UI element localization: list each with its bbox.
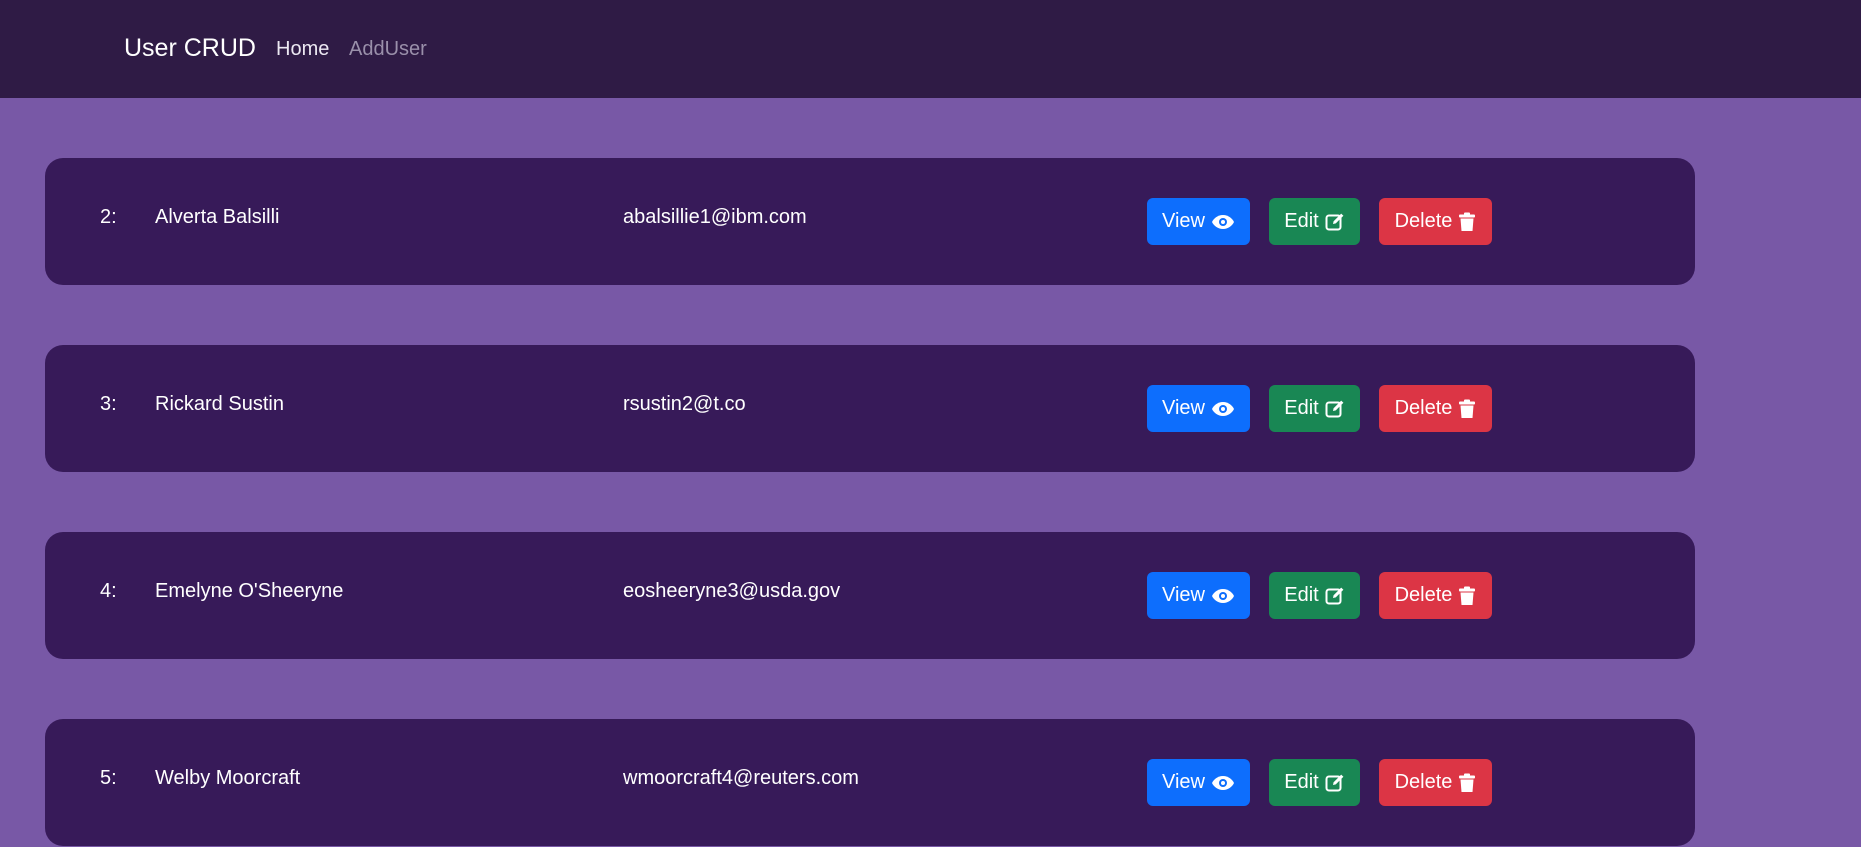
user-card: 4: Emelyne O'Sheeryne eosheeryne3@usda.g… (45, 532, 1695, 659)
trash-icon (1458, 773, 1476, 793)
user-number: 3: (100, 393, 117, 415)
edit-button-label: Edit (1284, 397, 1319, 419)
view-button-label: View (1162, 771, 1205, 793)
edit-button-label: Edit (1284, 210, 1319, 232)
edit-button[interactable]: Edit (1269, 198, 1360, 245)
edit-button-label: Edit (1284, 584, 1319, 606)
user-email: wmoorcraft4@reuters.com (623, 767, 859, 789)
edit-icon (1325, 399, 1345, 419)
user-name: Emelyne O'Sheeryne (155, 580, 344, 602)
delete-button[interactable]: Delete (1379, 759, 1492, 806)
view-button[interactable]: View (1147, 759, 1250, 806)
view-button[interactable]: View (1147, 385, 1250, 432)
user-email: rsustin2@t.co (623, 393, 746, 415)
delete-button[interactable]: Delete (1379, 572, 1492, 619)
view-button-label: View (1162, 210, 1205, 232)
user-name: Welby Moorcraft (155, 767, 301, 789)
edit-icon (1325, 212, 1345, 232)
user-email: eosheeryne3@usda.gov (623, 580, 841, 602)
view-button[interactable]: View (1147, 198, 1250, 245)
delete-button-label: Delete (1394, 584, 1453, 606)
navbar: User CRUD Home AddUser (0, 0, 1861, 98)
edit-button[interactable]: Edit (1269, 385, 1360, 432)
delete-button-label: Delete (1394, 397, 1453, 419)
user-number: 5: (100, 767, 117, 789)
trash-icon (1458, 399, 1476, 419)
user-card: 2: Alverta Balsilli abalsillie1@ibm.com … (45, 158, 1695, 285)
eye-icon (1211, 214, 1235, 230)
user-number: 4: (100, 580, 117, 602)
delete-button[interactable]: Delete (1379, 198, 1492, 245)
edit-button[interactable]: Edit (1269, 572, 1360, 619)
edit-icon (1325, 586, 1345, 606)
user-number: 2: (100, 206, 117, 228)
nav-link-adduser[interactable]: AddUser (349, 36, 427, 62)
edit-button[interactable]: Edit (1269, 759, 1360, 806)
user-name: Alverta Balsilli (155, 206, 280, 228)
delete-button-label: Delete (1394, 210, 1453, 232)
trash-icon (1458, 586, 1476, 606)
eye-icon (1211, 588, 1235, 604)
user-email: abalsillie1@ibm.com (623, 206, 807, 228)
user-card: 3: Rickard Sustin rsustin2@t.co View Edi… (45, 345, 1695, 472)
user-name: Rickard Sustin (155, 393, 284, 415)
view-button[interactable]: View (1147, 572, 1250, 619)
eye-icon (1211, 775, 1235, 791)
view-button-label: View (1162, 584, 1205, 606)
user-card: 5: Welby Moorcraft wmoorcraft4@reuters.c… (45, 719, 1695, 846)
nav-link-home[interactable]: Home (276, 36, 329, 62)
eye-icon (1211, 401, 1235, 417)
navbar-brand[interactable]: User CRUD (124, 33, 256, 63)
edit-icon (1325, 773, 1345, 793)
delete-button[interactable]: Delete (1379, 385, 1492, 432)
edit-button-label: Edit (1284, 771, 1319, 793)
trash-icon (1458, 212, 1476, 232)
delete-button-label: Delete (1394, 771, 1453, 793)
view-button-label: View (1162, 397, 1205, 419)
